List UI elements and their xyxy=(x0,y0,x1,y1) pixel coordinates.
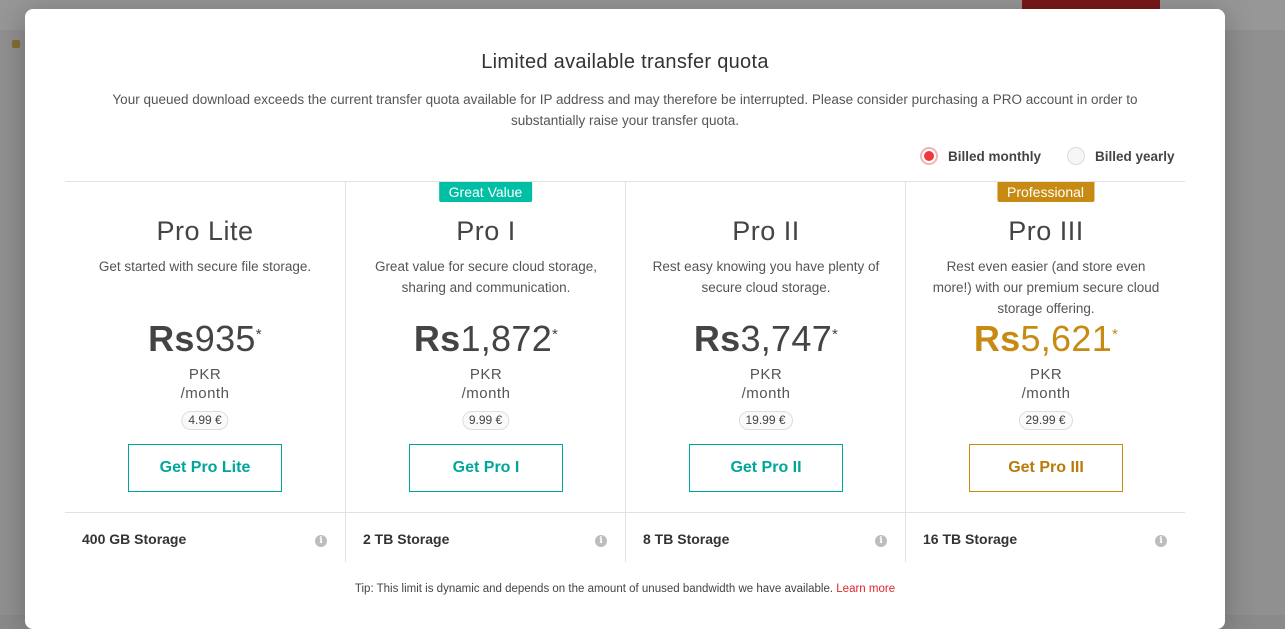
currency-symbol: Rs xyxy=(693,318,741,359)
plan-card-pro-i: Great Value Pro I Great value for secure… xyxy=(345,182,625,512)
storage-cell-pro-i: 2 TB Storage i xyxy=(345,512,625,562)
billing-period: /month xyxy=(1021,385,1071,402)
billed-monthly-label: Billed monthly xyxy=(948,148,1042,164)
currency-symbol: Rs xyxy=(148,318,195,359)
storage-row: 400 GB Storage i 2 TB Storage i 8 TB Sto… xyxy=(65,512,1185,562)
currency-code: PKR xyxy=(749,366,783,383)
euro-price-pill: 19.99 € xyxy=(738,411,793,430)
great-value-badge: Great Value xyxy=(438,182,533,202)
plan-name: Pro III xyxy=(1008,216,1084,246)
professional-badge: Professional xyxy=(996,182,1095,202)
plan-description: Great value for secure cloud storage, sh… xyxy=(374,259,598,295)
info-icon[interactable]: i xyxy=(875,535,887,547)
plan-name: Pro Lite xyxy=(156,216,254,246)
plans-grid: Pro Lite Get started with secure file st… xyxy=(65,181,1185,513)
price-amount: 5,621 xyxy=(1020,318,1113,359)
info-icon[interactable]: i xyxy=(1155,535,1167,547)
storage-cell-pro-iii: 16 TB Storage i xyxy=(905,512,1185,562)
currency-symbol: Rs xyxy=(973,318,1021,359)
get-pro-iii-button[interactable]: Get Pro III xyxy=(969,444,1123,492)
plan-card-pro-ii: Pro II Rest easy knowing you have plenty… xyxy=(625,182,905,512)
billing-period: /month xyxy=(741,385,791,402)
info-icon[interactable]: i xyxy=(315,535,327,547)
get-pro-lite-button[interactable]: Get Pro Lite xyxy=(128,444,282,492)
storage-cell-pro-lite: 400 GB Storage i xyxy=(65,512,345,562)
euro-price-pill: 9.99 € xyxy=(461,411,510,430)
currency-code: PKR xyxy=(469,366,503,383)
learn-more-link[interactable]: Learn more xyxy=(836,583,895,595)
price-asterisk: * xyxy=(1112,326,1119,343)
price-asterisk: * xyxy=(255,326,262,343)
price-amount: 1,872 xyxy=(460,318,553,359)
plan-description: Rest easy knowing you have plenty of sec… xyxy=(652,259,880,295)
billing-period: /month xyxy=(461,385,511,402)
price-asterisk: * xyxy=(832,326,839,343)
price-amount: 935 xyxy=(194,318,256,359)
plan-card-pro-iii: Professional Pro III Rest even easier (a… xyxy=(905,182,1185,512)
plan-price: Rs3,747* xyxy=(626,319,906,359)
plan-card-pro-lite: Pro Lite Get started with secure file st… xyxy=(65,182,345,512)
plan-price: Rs935* xyxy=(65,319,345,359)
euro-price-pill: 29.99 € xyxy=(1018,411,1073,430)
tip-message: Tip: This limit is dynamic and depends o… xyxy=(354,583,834,595)
currency-code: PKR xyxy=(1029,366,1063,383)
plan-name: Pro I xyxy=(456,216,516,246)
plan-name: Pro II xyxy=(732,216,800,246)
plan-price: Rs1,872* xyxy=(346,319,626,359)
storage-label: 16 TB Storage xyxy=(923,531,1018,547)
price-asterisk: * xyxy=(552,326,559,343)
storage-label: 2 TB Storage xyxy=(363,531,450,547)
get-pro-ii-button[interactable]: Get Pro II xyxy=(689,444,843,492)
storage-label: 400 GB Storage xyxy=(82,531,187,547)
billed-yearly-label: Billed yearly xyxy=(1095,148,1175,164)
radio-unselected-icon[interactable] xyxy=(1067,147,1085,165)
currency-code: PKR xyxy=(188,366,222,383)
plan-description: Rest even easier (and store even more!) … xyxy=(932,259,1160,316)
plan-price: Rs5,621* xyxy=(906,319,1186,359)
plan-description: Get started with secure file storage. xyxy=(98,259,312,274)
transfer-quota-dialog: Limited available transfer quota Your qu… xyxy=(25,9,1225,629)
billed-yearly-option[interactable]: Billed yearly xyxy=(1067,146,1175,166)
currency-symbol: Rs xyxy=(413,318,461,359)
tip-text: Tip: This limit is dynamic and depends o… xyxy=(25,583,1225,595)
dialog-description: Your queued download exceeds the current… xyxy=(112,92,1138,128)
billing-period: /month xyxy=(180,385,230,402)
info-icon[interactable]: i xyxy=(595,535,607,547)
radio-selected-icon[interactable] xyxy=(920,147,938,165)
get-pro-i-button[interactable]: Get Pro I xyxy=(409,444,563,492)
billed-monthly-option[interactable]: Billed monthly xyxy=(920,146,1041,166)
storage-cell-pro-ii: 8 TB Storage i xyxy=(625,512,905,562)
storage-label: 8 TB Storage xyxy=(643,531,730,547)
dialog-title: Limited available transfer quota xyxy=(481,51,769,73)
price-amount: 3,747 xyxy=(740,318,833,359)
euro-price-pill: 4.99 € xyxy=(181,411,229,430)
